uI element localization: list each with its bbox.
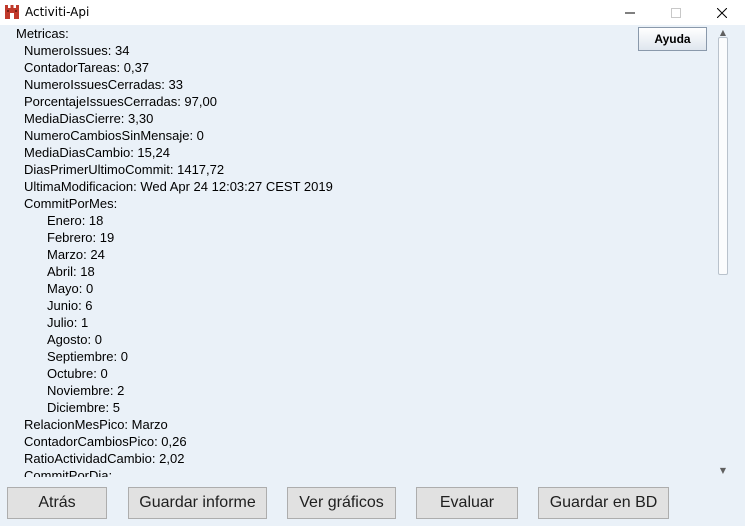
metric-line: ContadorCambiosPico: 0,26 (24, 434, 187, 449)
metric-line: DiasPrimerUltimoCommit: 1417,72 (24, 162, 225, 177)
metric-line: NumeroCambiosSinMensaje: 0 (24, 128, 204, 143)
metric-line: Julio: 1 (47, 315, 89, 330)
metric-line: Enero: 18 (47, 213, 104, 228)
metric-line: NumeroIssuesCerradas: 33 (24, 77, 183, 92)
metrics-list: Metricas: NumeroIssues: 34 ContadorTareas:… (16, 25, 333, 477)
metric-line: Mayo: 0 (47, 281, 94, 296)
window-title: Activiti-Api (25, 5, 90, 19)
save-db-button[interactable]: Guardar en BD (538, 487, 669, 519)
metric-line: Diciembre: 5 (47, 400, 120, 415)
minimize-button[interactable] (607, 0, 653, 25)
metric-line: UltimaModificacion: Wed Apr 24 12:03:27 … (24, 179, 333, 194)
help-button[interactable]: Ayuda (638, 27, 707, 51)
evaluate-button[interactable]: Evaluar (416, 487, 518, 519)
metric-line: Noviembre: 2 (47, 383, 125, 398)
metric-line: Metricas: (16, 26, 69, 41)
metric-line: Octubre: 0 (47, 366, 108, 381)
metric-line: MediaDiasCambio: 15,24 (24, 145, 170, 160)
close-button[interactable] (699, 0, 745, 25)
metric-line: MediaDiasCierre: 3,30 (24, 111, 154, 126)
metric-line: Febrero: 19 (47, 230, 115, 245)
metric-line: ContadorTareas: 0,37 (24, 60, 150, 75)
scrollbar-thumb[interactable] (718, 37, 728, 275)
metric-line: CommitPorDia: (24, 468, 113, 477)
metric-line: Junio: 6 (47, 298, 93, 313)
vertical-scrollbar[interactable]: ▲ ▼ (716, 25, 730, 477)
metric-line: CommitPorMes: (24, 196, 118, 211)
castle-icon (5, 5, 19, 19)
metric-line: Septiembre: 0 (47, 349, 128, 364)
maximize-button[interactable] (653, 0, 699, 25)
maximize-icon (671, 7, 681, 18)
client-area: Metricas: NumeroIssues: 34 ContadorTareas:… (0, 25, 745, 526)
metric-line: Marzo: 24 (47, 247, 105, 262)
close-icon (717, 7, 727, 18)
metric-line: Abril: 18 (47, 264, 95, 279)
metric-line: RatioActividadCambio: 2,02 (24, 451, 185, 466)
save-report-button[interactable]: Guardar informe (128, 487, 267, 519)
metric-line: Agosto: 0 (47, 332, 102, 347)
back-button[interactable]: Atrás (7, 487, 107, 519)
minimize-icon (625, 12, 635, 13)
metrics-text-area[interactable]: Metricas: NumeroIssues: 34 ContadorTareas:… (0, 25, 716, 477)
scroll-down-icon[interactable]: ▼ (716, 463, 730, 477)
metric-line: NumeroIssues: 34 (24, 43, 130, 58)
view-charts-button[interactable]: Ver gráficos (287, 487, 396, 519)
title-bar: Activiti-Api (0, 0, 745, 25)
metric-line: PorcentajeIssuesCerradas: 97,00 (24, 94, 217, 109)
metric-line: RelacionMesPico: Marzo (24, 417, 168, 432)
